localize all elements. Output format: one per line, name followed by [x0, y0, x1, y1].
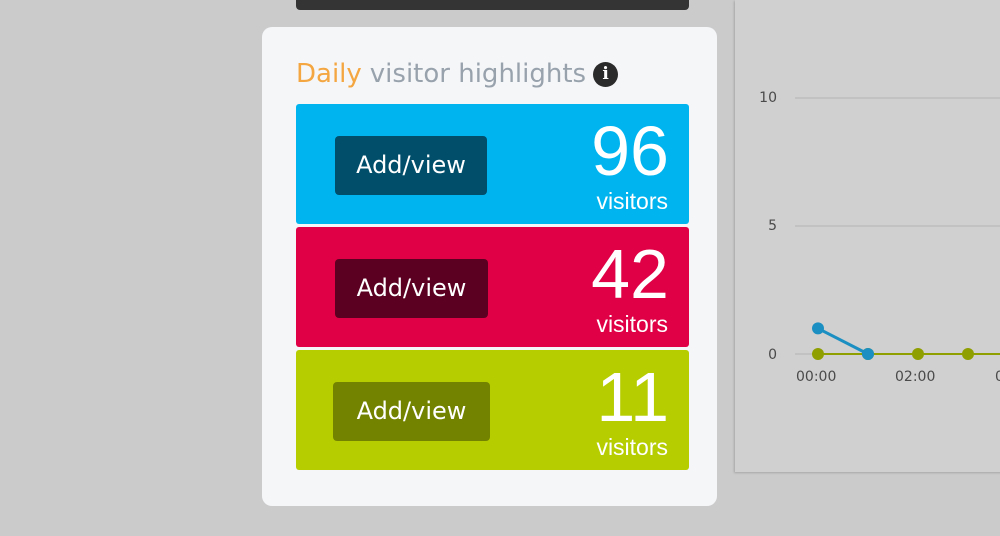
x-tick-label: 0 — [995, 369, 1000, 385]
visitor-stat-box-red: Add/view 42 visitors — [296, 227, 689, 347]
add-view-button[interactable]: Add/view — [333, 382, 490, 441]
title-rest: visitor highlights — [369, 59, 587, 89]
visitor-count: 42 — [591, 235, 669, 313]
title-accent-word: Daily — [296, 59, 362, 89]
daily-visitor-highlights-card: Daily visitor highlights i Add/view 96 v… — [262, 27, 717, 506]
data-point[interactable] — [812, 348, 824, 360]
series-line — [817, 327, 869, 356]
add-view-button[interactable]: Add/view — [335, 136, 487, 195]
visitor-stat-box-green: Add/view 11 visitors — [296, 350, 689, 470]
y-tick-label: 10 — [759, 90, 777, 106]
top-panel-edge — [296, 0, 689, 10]
y-tick-label: 5 — [768, 218, 777, 234]
data-point[interactable] — [912, 348, 924, 360]
chart-plot-area — [795, 97, 1000, 360]
card-title: Daily visitor highlights i — [296, 57, 619, 91]
visitor-count: 96 — [591, 112, 669, 190]
visitor-unit-label: visitors — [596, 311, 668, 337]
visitor-unit-label: visitors — [596, 434, 668, 460]
add-view-button[interactable]: Add/view — [335, 259, 488, 318]
visitor-count: 11 — [596, 358, 669, 436]
info-circle-icon[interactable]: i — [593, 61, 619, 87]
data-point[interactable] — [862, 348, 874, 360]
visitor-stat-box-blue: Add/view 96 visitors — [296, 104, 689, 224]
data-point[interactable] — [812, 322, 824, 335]
visitor-unit-label: visitors — [596, 188, 668, 214]
x-tick-label: 00:00 — [796, 369, 837, 385]
y-tick-label: 0 — [768, 347, 777, 363]
visitor-line-chart: 10 5 0 00:00 02:00 0 — [735, 0, 1000, 472]
x-tick-label: 02:00 — [895, 369, 936, 385]
data-point[interactable] — [962, 348, 974, 360]
